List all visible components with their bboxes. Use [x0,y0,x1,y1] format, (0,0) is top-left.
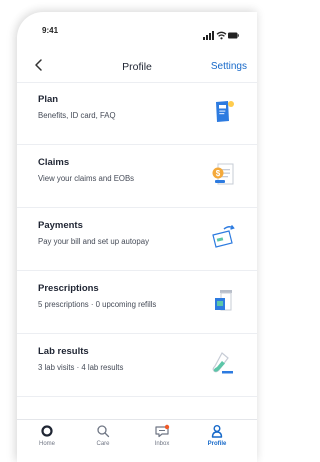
settings-button[interactable]: Settings [211,61,247,72]
menu-item-subtitle: 5 prescriptions · 0 upcoming refills [38,300,157,309]
menu-item-title: Payments [38,220,83,231]
id-card-icon [216,101,234,122]
menu-item-title: Plan [38,94,59,105]
status-bar: 9:41 [17,26,257,40]
home-icon [41,425,53,437]
payment-card-icon [212,225,235,248]
pill-bottle-icon [215,290,232,311]
menu-item-title: Prescriptions [38,283,99,294]
svg-text:$: $ [216,169,221,178]
nav-header: Profile Settings [17,52,257,83]
phone-frame: 9:41 Profile Settings Plan Benefits, ID … [17,12,257,462]
menu-item-subtitle: Benefits, ID card, FAQ [38,111,116,120]
inbox-icon [155,424,170,438]
battery-icon [228,32,239,39]
menu-item-subtitle: View your claims and EOBs [38,174,135,183]
tab-care[interactable]: Care [81,424,125,447]
menu-item-plan[interactable]: Plan Benefits, ID card, FAQ [17,82,257,145]
status-time: 9:41 [42,26,59,35]
menu-item-payments[interactable]: Payments Pay your bill and set up autopa… [17,208,257,271]
menu-item-prescriptions[interactable]: Prescriptions 5 prescriptions · 0 upcomi… [17,271,257,334]
profile-menu: Plan Benefits, ID card, FAQ Claims View … [17,82,257,397]
menu-item-lab-results[interactable]: Lab results 3 lab visits · 4 lab results [17,334,257,397]
wifi-icon [216,31,227,40]
tab-label: Inbox [154,441,170,447]
tab-home[interactable]: Home [25,424,69,447]
test-tube-icon [212,352,233,374]
tab-label: Profile [207,441,227,447]
tab-inbox[interactable]: Inbox [140,424,184,447]
menu-item-subtitle: Pay your bill and set up autopay [38,237,149,246]
tab-bar: Home Care Inbox Profile [17,419,257,462]
menu-item-subtitle: 3 lab visits · 4 lab results [38,363,124,372]
tab-profile[interactable]: Profile [195,424,239,447]
tab-label: Care [96,441,110,447]
search-icon [97,425,110,438]
menu-item-claims[interactable]: Claims View your claims and EOBs $ [17,145,257,208]
profile-icon [211,425,223,438]
tab-label: Home [38,441,55,447]
signal-icon [203,31,214,40]
notification-badge [164,424,170,430]
claims-document-icon: $ [212,163,234,185]
menu-item-title: Claims [38,157,70,168]
system-icons [203,27,239,45]
menu-item-title: Lab results [38,346,89,357]
